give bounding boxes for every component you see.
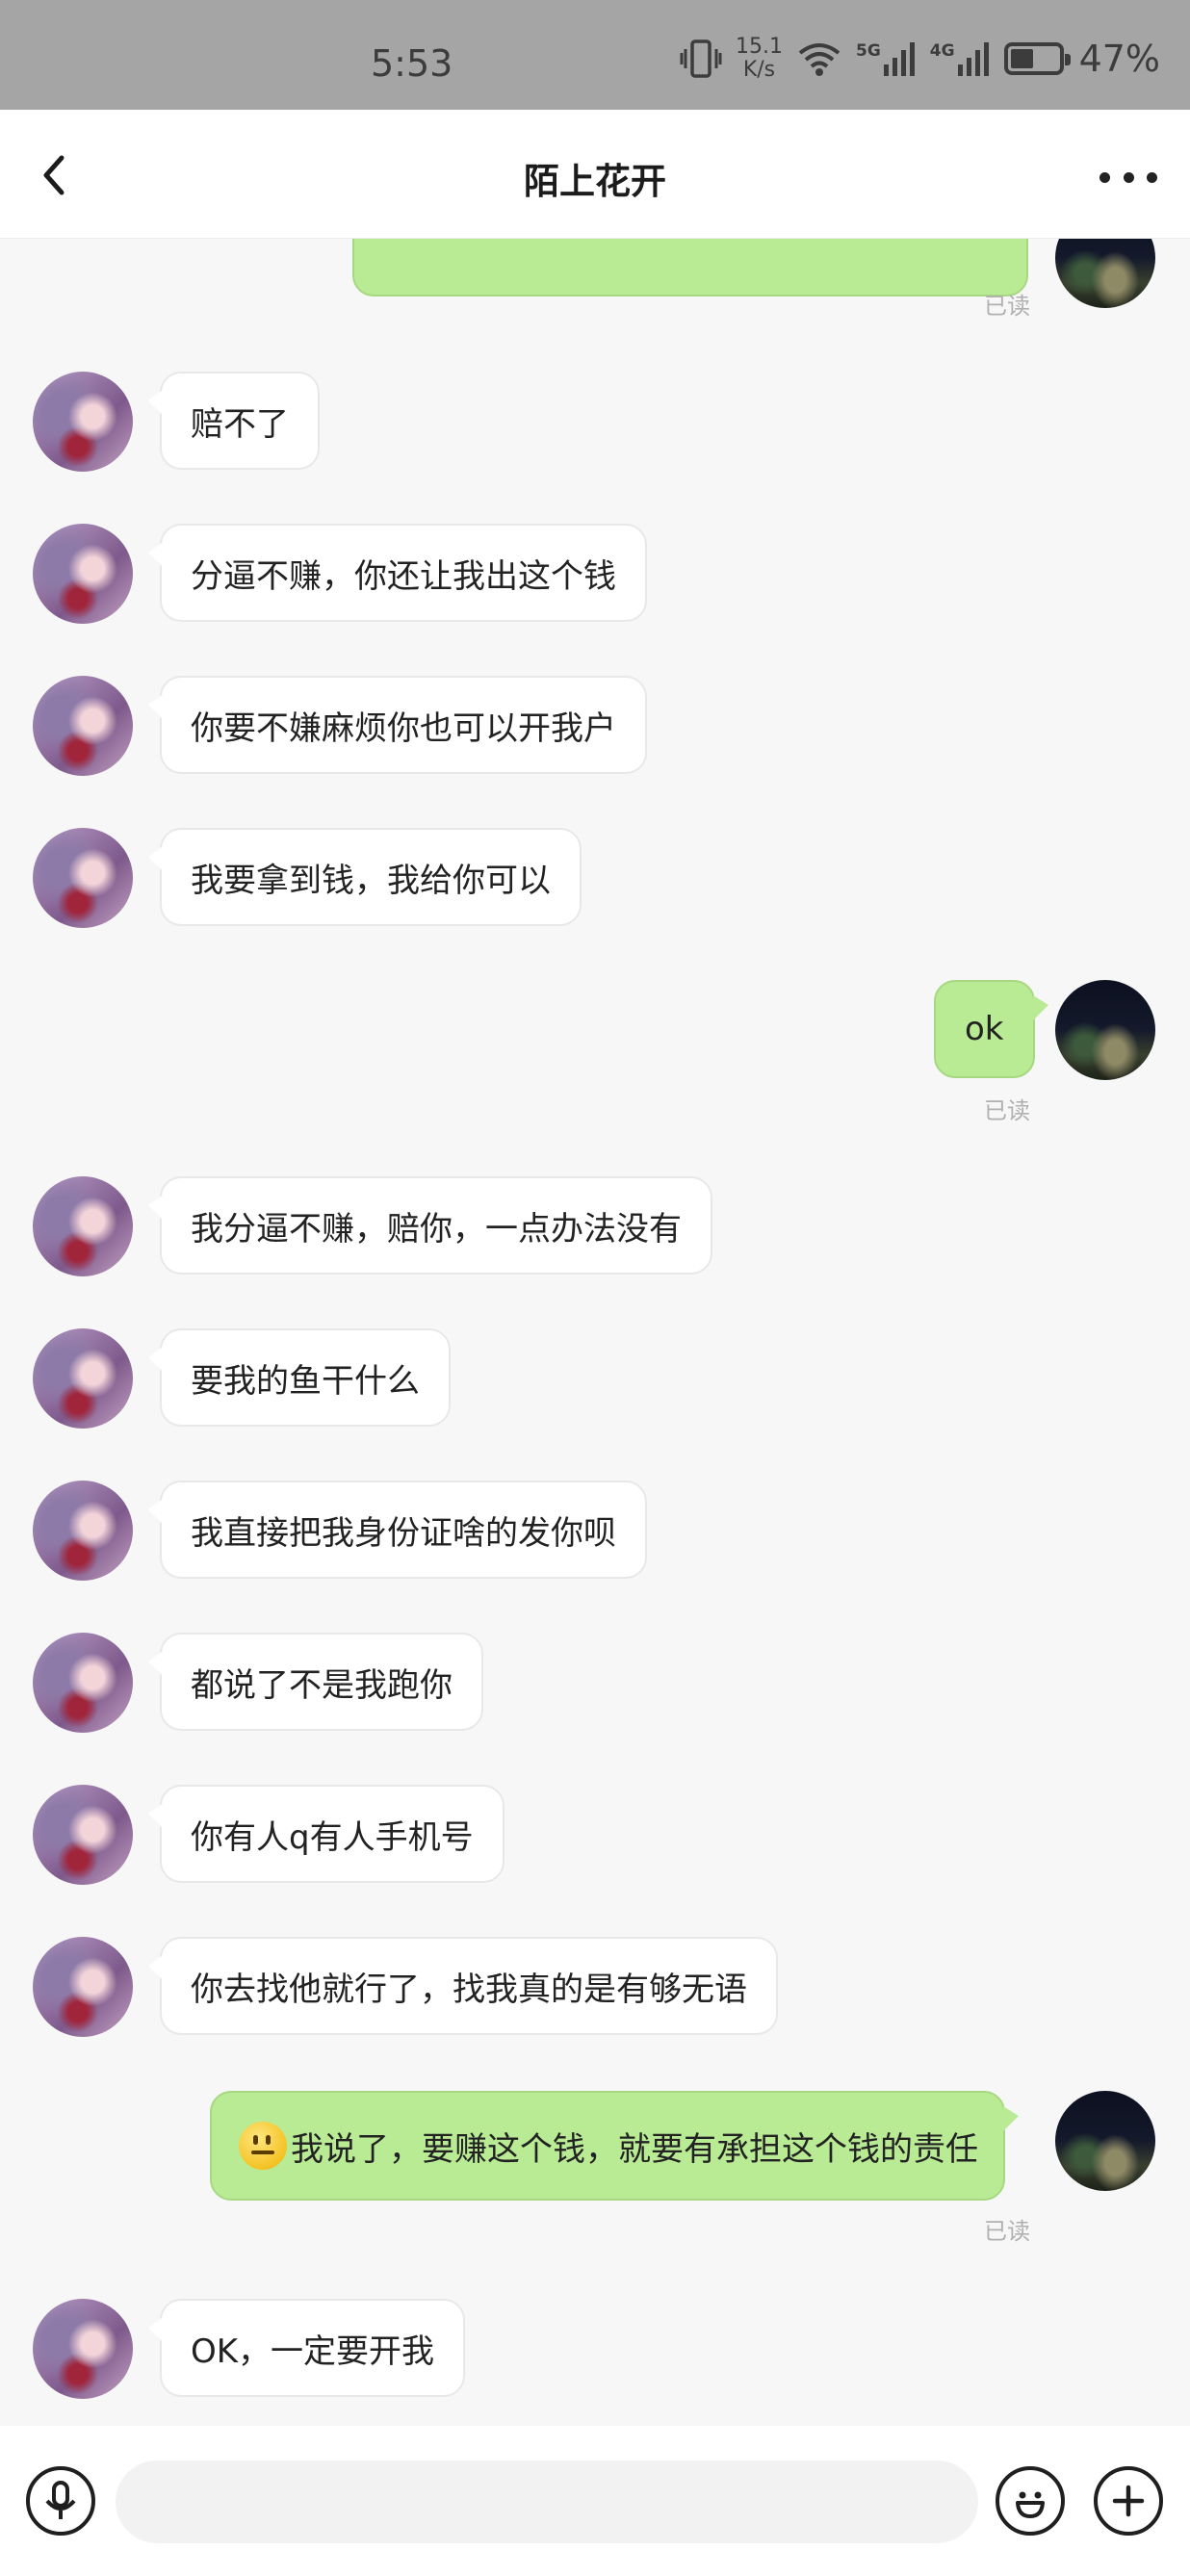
message-bubble-incoming[interactable]: 赔不了 (148, 372, 320, 470)
network-speed: 15.1 K/s (736, 36, 783, 82)
message-bubble-incoming[interactable]: 分逼不赚，你还让我出这个钱 (148, 524, 647, 622)
message-bubble-incoming[interactable]: 都说了不是我跑你 (148, 1633, 483, 1731)
message-bubble-incoming[interactable]: OK，一定要开我 (147, 2299, 466, 2397)
status-bar: 5:53 15.1 K/s 5G 4G 47% (0, 0, 1190, 110)
message-list[interactable]: 已读 赔不了 分逼不赚，你还让我出这个钱 你要不嫌麻烦你也可以开我户 我要拿到钱… (0, 239, 1190, 2426)
battery-percent: 47% (1078, 38, 1161, 80)
message-text: 我说了，要赚这个钱，就要有承担这个钱的责任 (291, 2129, 978, 2169)
battery-fill (1010, 49, 1033, 68)
battery-nub (1064, 54, 1071, 65)
message-text: 都说了不是我跑你 (191, 1665, 453, 1705)
message-text: 赔不了 (191, 404, 289, 444)
contact-name: 陌上花开 (524, 161, 666, 202)
message-bubble-incoming[interactable]: 你要不嫌麻烦你也可以开我户 (148, 676, 647, 774)
read-receipt: 已读 (984, 293, 1030, 320)
message-text: 要我的鱼干什么 (191, 1361, 420, 1401)
contact-avatar[interactable] (33, 1481, 133, 1581)
message-bubble-incoming[interactable]: 你去找他就行了，找我真的是有够无语 (148, 1937, 778, 2035)
microphone-icon (45, 2481, 76, 2519)
signal-5g-label: 5G (855, 41, 881, 61)
message-text: 你有人q有人手机号 (191, 1817, 474, 1857)
network-speed-unit: K/s (742, 58, 776, 82)
contact-avatar[interactable] (33, 372, 133, 472)
input-bar (0, 2426, 1190, 2576)
add-button[interactable] (1094, 2466, 1163, 2536)
signal-4g: 4G (930, 41, 991, 76)
message-bubble-incoming[interactable]: 要我的鱼干什么 (148, 1328, 451, 1427)
contact-avatar[interactable] (33, 1176, 133, 1276)
plus-icon (1112, 2485, 1145, 2517)
emoji-button[interactable] (996, 2466, 1065, 2536)
contact-avatar[interactable] (33, 676, 133, 776)
contact-avatar[interactable] (33, 2299, 133, 2399)
contact-avatar[interactable] (33, 1785, 133, 1885)
cellular-signal-icon (957, 42, 989, 76)
contact-avatar[interactable] (33, 828, 133, 928)
message-bubble-incoming[interactable]: 你有人q有人手机号 (148, 1785, 504, 1883)
vibrate-icon (680, 39, 722, 78)
message-text: 我要拿到钱，我给你可以 (191, 861, 551, 900)
message-bubble-incoming[interactable]: 我要拿到钱，我给你可以 (148, 828, 582, 926)
signal-4g-label: 4G (929, 41, 955, 61)
message-bubble-incoming[interactable]: 我分逼不赚，赔你，一点办法没有 (148, 1176, 712, 1275)
read-receipt: 已读 (984, 2218, 1030, 2245)
message-text: 分逼不赚，你还让我出这个钱 (191, 556, 616, 596)
message-text: 你去找他就行了，找我真的是有够无语 (191, 1970, 747, 2009)
smile-emoji-icon (239, 2122, 287, 2170)
contact-avatar[interactable] (33, 524, 133, 624)
contact-avatar[interactable] (33, 1328, 133, 1429)
status-icons: 15.1 K/s 5G 4G 47% (680, 36, 1161, 82)
message-text: ok (965, 1010, 1004, 1048)
message-bubble-outgoing[interactable]: ok (934, 980, 1048, 1078)
voice-button[interactable] (26, 2466, 95, 2536)
my-avatar[interactable] (1055, 2091, 1155, 2191)
message-bubble-incoming[interactable]: 我直接把我身份证啥的发你呗 (148, 1481, 647, 1579)
read-receipt: 已读 (984, 1097, 1030, 1124)
status-time: 5:53 (371, 42, 453, 85)
contact-avatar[interactable] (33, 1937, 133, 2037)
message-text: 你要不嫌麻烦你也可以开我户 (191, 708, 616, 748)
message-bubble-outgoing[interactable]: 我说了，要赚这个钱，就要有承担这个钱的责任 (210, 2091, 1019, 2201)
more-options-icon[interactable] (1099, 158, 1157, 196)
my-avatar[interactable] (1055, 239, 1155, 308)
chat-screen: 5:53 15.1 K/s 5G 4G 47% 陌上花开 已读 赔不了 分逼不赚… (0, 0, 1190, 2576)
signal-5g: 5G (856, 41, 917, 76)
my-avatar[interactable] (1055, 980, 1155, 1080)
smiley-icon (1016, 2491, 1045, 2518)
network-speed-value: 15.1 (736, 35, 783, 59)
cellular-signal-icon (883, 42, 915, 76)
message-bubble-outgoing[interactable] (352, 239, 1028, 296)
message-text: 我分逼不赚，赔你，一点办法没有 (191, 1209, 682, 1249)
message-text: OK，一定要开我 (191, 2331, 435, 2371)
message-input[interactable] (116, 2460, 978, 2543)
message-text: 我直接把我身份证啥的发你呗 (191, 1513, 616, 1553)
chat-header: 陌上花开 (0, 110, 1190, 239)
battery-icon (1003, 42, 1071, 75)
contact-avatar[interactable] (33, 1633, 133, 1733)
wifi-icon (798, 43, 841, 76)
